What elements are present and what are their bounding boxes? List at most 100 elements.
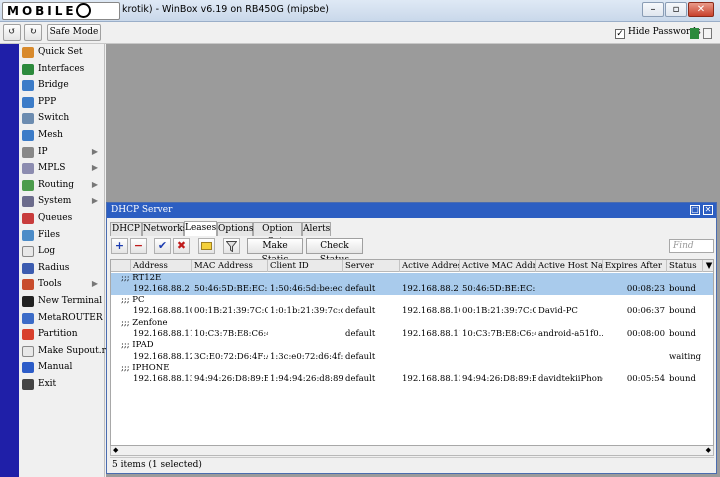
- system-icon: [22, 196, 34, 208]
- find-input[interactable]: Find: [669, 239, 714, 253]
- column-client-id[interactable]: Client ID: [268, 260, 343, 272]
- sidebar-item-label: Bridge: [38, 80, 69, 91]
- cell-server: default: [345, 329, 376, 339]
- sidebar-item-make-supout-rif[interactable]: Make Supout.rif: [19, 343, 112, 360]
- ppp-icon: [22, 96, 34, 108]
- sidebar-item-system[interactable]: System ▶: [19, 193, 104, 210]
- cell-address: 192.168.88.11: [133, 329, 192, 339]
- mobile01-logo: MOBILE: [2, 2, 120, 20]
- sidebar-item-ip[interactable]: IP ▶: [19, 144, 104, 161]
- column-active-host-name[interactable]: Active Host Name: [536, 260, 603, 272]
- leases-toolbar: + − ✔ ✖ Make Static Check Status Find: [110, 237, 714, 265]
- tab-option-sets[interactable]: Option Sets: [253, 222, 302, 247]
- winbox-vertical-banner: [0, 44, 19, 477]
- column-chooser-dropdown[interactable]: ▼: [703, 260, 713, 272]
- sidebar-item-switch[interactable]: Switch: [19, 110, 104, 127]
- table-row[interactable]: 192.168.88.2 50:46:5D:BE:EC:... 1:50:46:5d…: [111, 283, 713, 296]
- dhcp-window-titlebar[interactable]: DHCP Server ▢ ✕: [107, 203, 716, 218]
- status-white-icon: [703, 28, 712, 39]
- sidebar-item-bridge[interactable]: Bridge: [19, 77, 104, 94]
- sidebar-item-tools[interactable]: Tools ▶: [19, 276, 104, 293]
- radius-icon: [22, 262, 34, 274]
- sidebar-item-log[interactable]: Log: [19, 243, 104, 260]
- cell-mac: 3C:E0:72:D6:4F:AF: [194, 351, 268, 362]
- maximize-button[interactable]: ▫: [665, 2, 687, 17]
- make-static-button[interactable]: Make Static: [247, 238, 303, 265]
- table-row-comment[interactable]: ;;; Zenfone: [111, 318, 713, 329]
- column-active-address[interactable]: Active Address: [400, 260, 460, 272]
- sidebar-item-manual[interactable]: Manual: [19, 359, 104, 376]
- cell-status: bound: [669, 306, 696, 317]
- safe-mode-button[interactable]: Safe Mode: [47, 24, 101, 41]
- table-row[interactable]: 192.168.88.1000:1B:21:39:7C:CB1:0:1b:21:…: [111, 306, 713, 317]
- submenu-arrow-icon: ▶: [91, 146, 98, 156]
- table-row[interactable]: 192.168.88.123C:E0:72:D6:4F:AF1:3c:e0:72…: [111, 351, 713, 363]
- disable-button[interactable]: ✖: [173, 238, 190, 254]
- cell-active-address: 192.168.88.13: [402, 374, 460, 385]
- sidebar-item-label: PPP: [38, 96, 57, 107]
- remove-button[interactable]: −: [130, 238, 147, 254]
- sidebar-item-routing[interactable]: Routing ▶: [19, 177, 104, 194]
- dhcp-maximize-button[interactable]: ▢: [690, 205, 700, 215]
- sidebar-item-label: Tools: [38, 279, 62, 290]
- sidebar-item-radius[interactable]: Radius: [19, 260, 104, 277]
- sidebar-item-files[interactable]: Files: [19, 227, 104, 244]
- sidebar-item-exit[interactable]: Exit: [19, 376, 104, 393]
- column-address[interactable]: Address: [131, 260, 192, 272]
- sidebar-item-mesh[interactable]: Mesh: [19, 127, 104, 144]
- sidebar-item-mpls[interactable]: MPLS ▶: [19, 160, 104, 177]
- sidebar-item-new-terminal[interactable]: New Terminal: [19, 293, 104, 310]
- column-expires-after[interactable]: Expires After: [603, 260, 667, 272]
- cell-active-mac: [460, 352, 536, 363]
- table-row[interactable]: 192.168.88.13 94:94:26:D8:89:B1 1:94:94:26…: [111, 374, 713, 385]
- scroll-left-icon[interactable]: ◆: [113, 446, 118, 454]
- scroll-right-icon[interactable]: ◆: [706, 446, 711, 454]
- column-mac-address[interactable]: MAC Address: [192, 260, 268, 272]
- enable-button[interactable]: ✔: [154, 238, 171, 254]
- status-green-icon: [690, 28, 699, 39]
- table-row-comment[interactable]: ;;; RT12E: [111, 272, 713, 284]
- check-icon: ✔: [157, 239, 168, 252]
- column-active-mac[interactable]: Active MAC Addr...: [460, 260, 536, 272]
- cell-address: 192.168.88.2: [133, 283, 190, 294]
- redo-button[interactable]: ↻: [24, 24, 42, 41]
- comment-button[interactable]: [198, 238, 215, 254]
- sidebar-item-partition[interactable]: Partition: [19, 326, 104, 343]
- table-row-comment[interactable]: ;;; IPHONE: [111, 363, 713, 374]
- minimize-button[interactable]: –: [642, 2, 664, 17]
- table-row[interactable]: 192.168.88.1110:C3:7B:E8:C6:44default192…: [111, 329, 713, 340]
- sidebar-item-metarouter[interactable]: MetaROUTER: [19, 310, 104, 327]
- sidebar-item-ppp[interactable]: PPP: [19, 94, 104, 111]
- status-bar: 5 items (1 selected): [110, 457, 714, 471]
- cell-mac: 94:94:26:D8:89:B1: [194, 374, 268, 385]
- hide-passwords-checkbox[interactable]: ✓ Hide Passwords: [615, 27, 701, 39]
- add-button[interactable]: +: [111, 238, 128, 254]
- horizontal-scrollbar[interactable]: ◆ ◆: [110, 446, 714, 456]
- sidebar-item-quick-set[interactable]: Quick Set: [19, 44, 104, 61]
- cell-mac: 00:1B:21:39:7C:CB: [194, 306, 268, 317]
- tab-options[interactable]: Options: [217, 222, 253, 236]
- check-status-button[interactable]: Check Status: [306, 238, 363, 265]
- filter-button[interactable]: [223, 238, 240, 254]
- submenu-arrow-icon: ▶: [91, 279, 98, 289]
- interfaces-icon: [22, 63, 34, 75]
- dhcp-close-button[interactable]: ✕: [703, 205, 713, 215]
- cell-active-host: davidtekiiPhone: [538, 374, 603, 385]
- table-row-comment[interactable]: ;;; PC: [111, 295, 713, 306]
- table-row-comment[interactable]: ;;; IPAD: [111, 340, 713, 351]
- sidebar-item-interfaces[interactable]: Interfaces: [19, 61, 104, 78]
- submenu-arrow-icon: ▶: [91, 179, 98, 189]
- filter-icon: [225, 241, 238, 253]
- tab-leases[interactable]: Leases: [184, 221, 217, 236]
- cell-client-id: 1:50:46:5d:be:ec:d4: [270, 283, 343, 294]
- tab-dhcp[interactable]: DHCP: [110, 222, 142, 236]
- tab-networks[interactable]: Networks: [142, 222, 187, 236]
- undo-button[interactable]: ↺: [3, 24, 21, 41]
- column-server[interactable]: Server: [343, 260, 400, 272]
- close-button[interactable]: ✕: [688, 2, 714, 17]
- column-status[interactable]: Status: [667, 260, 703, 272]
- tab-alerts[interactable]: Alerts: [302, 222, 331, 236]
- cell-active-host: David-PC: [538, 306, 578, 317]
- sidebar-item-label: Make Supout.rif: [38, 345, 113, 356]
- sidebar-item-queues[interactable]: Queues: [19, 210, 104, 227]
